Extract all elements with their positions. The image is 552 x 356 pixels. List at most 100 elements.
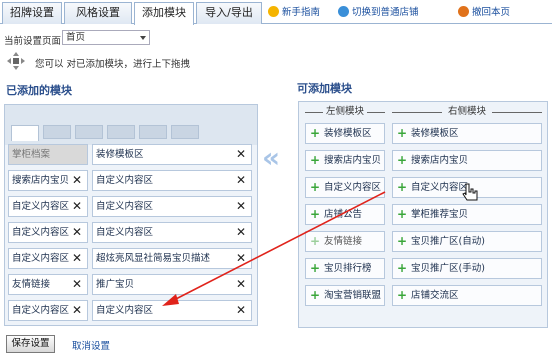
layout-tab[interactable] — [11, 125, 39, 141]
add-module-item[interactable]: + 搜索店内宝贝 — [305, 150, 385, 171]
module-label: 搜索店内宝贝 — [324, 155, 382, 166]
module-item[interactable]: 自定义内容区 ✕ — [8, 300, 88, 321]
layout-tab[interactable] — [171, 125, 199, 139]
close-icon[interactable]: ✕ — [72, 275, 82, 294]
layout-tab[interactable] — [43, 125, 71, 139]
chevron-down-icon — [140, 36, 146, 40]
plus-icon: + — [397, 126, 408, 140]
close-icon[interactable]: ✕ — [72, 171, 82, 190]
module-label: 店铺交流区 — [411, 290, 459, 301]
plus-icon: + — [310, 180, 321, 194]
add-module-item[interactable]: + 装修模板区 — [392, 123, 542, 144]
close-icon[interactable]: ✕ — [236, 171, 246, 190]
plus-icon: + — [310, 126, 321, 140]
layout-preview-bar — [5, 105, 257, 145]
module-label: 自定义内容区 — [411, 182, 469, 193]
left-column-title: 左侧模块 — [325, 106, 364, 117]
double-left-arrow-icon: « — [262, 141, 281, 174]
switch-store-link[interactable]: 切换到普通店铺 — [338, 5, 419, 21]
cancel-settings-link[interactable]: 取消设置 — [72, 338, 110, 352]
layout-tab[interactable] — [139, 125, 167, 139]
divider — [305, 112, 323, 113]
module-label: 店铺公告 — [324, 209, 363, 220]
module-label: 自定义内容区 — [12, 201, 70, 212]
add-module-item[interactable]: + 店铺公告 — [305, 204, 385, 225]
module-label: 宝贝推广区(自动) — [411, 236, 485, 247]
module-label: 宝贝排行榜 — [324, 263, 372, 274]
module-item[interactable]: 自定义内容区 ✕ — [92, 300, 252, 321]
divider — [367, 112, 385, 113]
close-icon[interactable]: ✕ — [236, 275, 246, 294]
add-module-item[interactable]: + 自定义内容区 — [305, 177, 385, 198]
module-item: 掌柜档案 — [8, 144, 88, 165]
guide-link[interactable]: 新手指南 — [268, 5, 320, 21]
added-modules-title: 已添加的模块 — [6, 84, 72, 97]
add-module-item[interactable]: + 搜索店内宝贝 — [392, 150, 542, 171]
close-icon[interactable]: ✕ — [236, 145, 246, 164]
drag-hint: 您可以 对已添加模块，进行上下拖拽 — [35, 59, 191, 70]
module-item[interactable]: 自定义内容区 ✕ — [92, 170, 252, 191]
plus-icon: + — [397, 234, 408, 248]
module-label: 掌柜档案 — [12, 149, 51, 160]
module-item[interactable]: 自定义内容区 ✕ — [92, 222, 252, 243]
module-item[interactable]: 自定义内容区 ✕ — [8, 248, 88, 269]
close-icon[interactable]: ✕ — [72, 223, 82, 242]
module-label: 装修模板区 — [411, 128, 459, 139]
page-select-value: 首页 — [66, 32, 86, 43]
module-label: 自定义内容区 — [96, 201, 154, 212]
module-label: 掌柜推荐宝贝 — [411, 209, 469, 220]
right-column-header: 右侧模块 — [392, 106, 542, 118]
plus-icon: + — [397, 153, 408, 167]
plus-icon: + — [397, 261, 408, 275]
module-item[interactable]: 搜索店内宝贝 ✕ — [8, 170, 88, 191]
module-label: 自定义内容区 — [96, 305, 154, 316]
add-module-item[interactable]: + 掌柜推荐宝贝 — [392, 204, 542, 225]
available-modules-title: 可添加模块 — [297, 82, 352, 95]
left-column-header: 左侧模块 — [305, 106, 385, 118]
plus-icon: + — [397, 180, 408, 194]
tab-bar: 招牌设置 风格设置 添加模块 导入/导出 新手指南 切换到普通店铺 撤回本页 — [0, 0, 552, 25]
close-icon[interactable]: ✕ — [236, 249, 246, 268]
switch-label: 切换到普通店铺 — [352, 7, 419, 18]
module-item[interactable]: 推广宝贝 ✕ — [92, 274, 252, 295]
module-item[interactable]: 装修模板区 ✕ — [92, 144, 252, 165]
module-item[interactable]: 自定义内容区 ✕ — [8, 222, 88, 243]
undo-icon — [458, 6, 469, 17]
undo-link[interactable]: 撤回本页 — [458, 5, 510, 21]
tab-import-export[interactable]: 导入/导出 — [196, 2, 262, 24]
close-icon[interactable]: ✕ — [236, 197, 246, 216]
add-module-item[interactable]: + 店铺交流区 — [392, 285, 542, 306]
module-item[interactable]: 自定义内容区 ✕ — [92, 196, 252, 217]
add-module-item[interactable]: + 自定义内容区 — [392, 177, 542, 198]
module-label: 自定义内容区 — [96, 175, 154, 186]
close-icon[interactable]: ✕ — [72, 301, 82, 320]
add-module-item: + 友情链接 — [305, 231, 385, 252]
module-label: 宝贝推广区(手动) — [411, 263, 485, 274]
switch-icon — [338, 6, 349, 17]
tab-add-module[interactable]: 添加模块 — [134, 2, 194, 25]
layout-tab[interactable] — [75, 125, 103, 139]
plus-icon: + — [397, 207, 408, 221]
module-label: 装修模板区 — [96, 149, 144, 160]
close-icon[interactable]: ✕ — [72, 197, 82, 216]
add-module-item[interactable]: + 宝贝推广区(手动) — [392, 258, 542, 279]
module-item[interactable]: 友情链接 ✕ — [8, 274, 88, 295]
module-label: 装修模板区 — [324, 128, 372, 139]
close-icon[interactable]: ✕ — [72, 249, 82, 268]
divider — [492, 112, 542, 113]
close-icon[interactable]: ✕ — [236, 223, 246, 242]
layout-tab[interactable] — [107, 125, 135, 139]
save-settings-button[interactable]: 保存设置 — [6, 335, 55, 353]
add-module-item[interactable]: + 装修模板区 — [305, 123, 385, 144]
tab-signboard[interactable]: 招牌设置 — [2, 2, 62, 24]
plus-icon: + — [310, 261, 321, 275]
tab-style[interactable]: 风格设置 — [64, 2, 132, 24]
plus-icon: + — [310, 288, 321, 302]
add-module-item[interactable]: + 淘宝营销联盟 — [305, 285, 385, 306]
add-module-item[interactable]: + 宝贝推广区(自动) — [392, 231, 542, 252]
module-item[interactable]: 超炫亮风显社简易宝贝描述 ✕ — [92, 248, 252, 269]
add-module-item[interactable]: + 宝贝排行榜 — [305, 258, 385, 279]
close-icon[interactable]: ✕ — [236, 301, 246, 320]
module-item[interactable]: 自定义内容区 ✕ — [8, 196, 88, 217]
page-select[interactable]: 首页 — [62, 30, 150, 45]
